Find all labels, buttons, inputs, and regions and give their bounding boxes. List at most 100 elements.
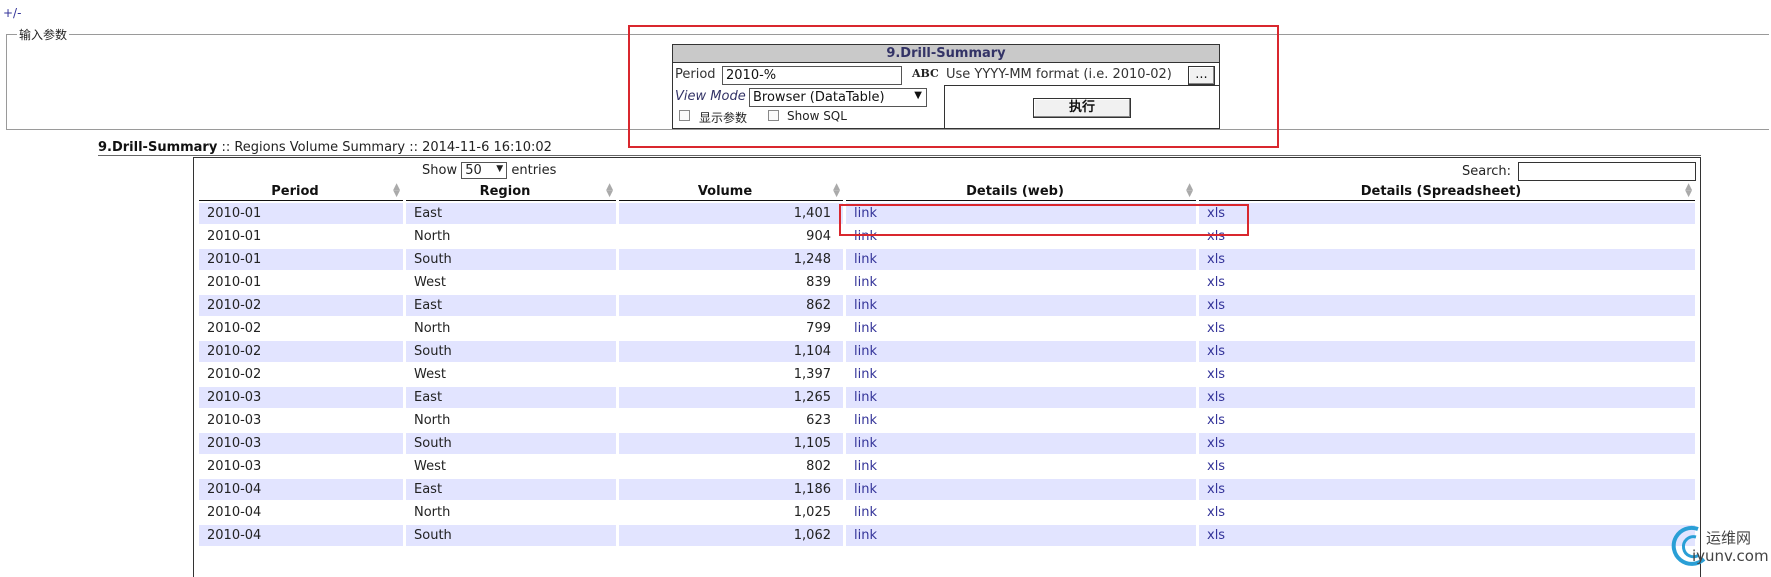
sort-icon: ▲ ▼ bbox=[1685, 182, 1692, 199]
cell-period-cell: 2010-02 bbox=[199, 341, 403, 362]
details-xls-link[interactable]: xls bbox=[1207, 275, 1225, 290]
details-web-link[interactable]: link bbox=[854, 275, 877, 290]
table-row: 2010-02 South 1,104 link xls bbox=[199, 341, 1695, 362]
details-xls-link[interactable]: xls bbox=[1207, 505, 1225, 520]
details-web-link[interactable]: link bbox=[854, 459, 877, 474]
details-web-link[interactable]: link bbox=[854, 252, 877, 267]
cell-volume: 904 bbox=[806, 229, 831, 244]
cell-period-cell: 2010-04 bbox=[199, 502, 403, 523]
details-xls-link-cell: xls bbox=[1199, 410, 1695, 431]
details-web-link-cell: link bbox=[846, 295, 1196, 316]
details-web-link[interactable]: link bbox=[854, 344, 877, 359]
watermark-text-cn: 运维网 bbox=[1706, 529, 1752, 547]
cell-volume: 1,401 bbox=[793, 206, 831, 221]
cell-region: West bbox=[414, 459, 446, 474]
cell-period-cell: 2010-02 bbox=[199, 295, 403, 316]
cell-region: North bbox=[414, 505, 451, 520]
column-header-details-spreadsheet[interactable]: Details (Spreadsheet) ▲ ▼ bbox=[1199, 182, 1695, 201]
cell-volume-cell: 1,265 bbox=[619, 387, 843, 408]
cell-period: 2010-01 bbox=[207, 206, 262, 221]
sort-icon: ▲ ▼ bbox=[606, 182, 613, 199]
details-web-link[interactable]: link bbox=[854, 482, 877, 497]
form-divider bbox=[944, 85, 945, 129]
cell-region-cell: East bbox=[406, 387, 616, 408]
cell-volume-cell: 1,186 bbox=[619, 479, 843, 500]
table-row: 2010-01 South 1,248 link xls bbox=[199, 249, 1695, 270]
details-xls-link[interactable]: xls bbox=[1207, 528, 1225, 543]
column-header-details-web[interactable]: Details (web) ▲ ▼ bbox=[846, 182, 1196, 201]
period-input[interactable] bbox=[722, 66, 902, 85]
cell-period: 2010-03 bbox=[207, 459, 262, 474]
cell-volume: 862 bbox=[806, 298, 831, 313]
view-mode-value: Browser (DataTable) bbox=[753, 90, 885, 105]
cell-region-cell: East bbox=[406, 295, 616, 316]
details-xls-link[interactable]: xls bbox=[1207, 344, 1225, 359]
cell-region-cell: West bbox=[406, 364, 616, 385]
details-xls-link[interactable]: xls bbox=[1207, 390, 1225, 405]
details-web-link[interactable]: link bbox=[854, 321, 877, 336]
details-web-link[interactable]: link bbox=[854, 436, 877, 451]
details-web-link-cell: link bbox=[846, 479, 1196, 500]
run-button[interactable]: 执行 bbox=[1033, 98, 1131, 118]
cell-volume: 1,062 bbox=[793, 528, 831, 543]
entries-label: entries bbox=[511, 163, 557, 178]
details-web-link[interactable]: link bbox=[854, 505, 877, 520]
report-title: 9.Drill-Summary :: Regions Volume Summar… bbox=[98, 140, 552, 155]
show-sql-label: Show SQL bbox=[787, 109, 847, 123]
details-xls-link[interactable]: xls bbox=[1207, 482, 1225, 497]
details-xls-link[interactable]: xls bbox=[1207, 367, 1225, 382]
cell-period: 2010-01 bbox=[207, 229, 262, 244]
show-sql-checkbox[interactable] bbox=[768, 110, 779, 121]
details-xls-link[interactable]: xls bbox=[1207, 321, 1225, 336]
details-xls-link[interactable]: xls bbox=[1207, 298, 1225, 313]
view-mode-select[interactable]: Browser (DataTable) ▼ bbox=[749, 88, 927, 107]
sort-icon: ▲ ▼ bbox=[1186, 182, 1193, 199]
cell-period-cell: 2010-01 bbox=[199, 226, 403, 247]
chevron-down-icon: ▼ bbox=[914, 90, 922, 101]
show-params-label: 显示参数 bbox=[699, 111, 748, 125]
details-web-link-cell: link bbox=[846, 318, 1196, 339]
cell-volume-cell: 1,397 bbox=[619, 364, 843, 385]
cell-region-cell: West bbox=[406, 272, 616, 293]
table-row: 2010-04 South 1,062 link xls bbox=[199, 525, 1695, 546]
cell-volume-cell: 1,025 bbox=[619, 502, 843, 523]
cell-region: North bbox=[414, 413, 451, 428]
cell-region-cell: West bbox=[406, 456, 616, 477]
report-subtitle: :: Regions Volume Summary :: 2014-11-6 1… bbox=[221, 140, 552, 155]
details-xls-link[interactable]: xls bbox=[1207, 436, 1225, 451]
page-length-value: 50 bbox=[465, 163, 482, 178]
details-web-link-cell: link bbox=[846, 387, 1196, 408]
details-web-link[interactable]: link bbox=[854, 367, 877, 382]
details-web-link[interactable]: link bbox=[854, 528, 877, 543]
cell-volume-cell: 1,062 bbox=[619, 525, 843, 546]
sort-icon: ▲ ▼ bbox=[393, 182, 400, 199]
cell-region: East bbox=[414, 482, 443, 497]
toggle-params-link[interactable]: +/- bbox=[3, 6, 21, 20]
details-web-link-cell: link bbox=[846, 525, 1196, 546]
cell-period: 2010-04 bbox=[207, 482, 262, 497]
cell-volume-cell: 802 bbox=[619, 456, 843, 477]
details-web-link[interactable]: link bbox=[854, 413, 877, 428]
table-row: 2010-01 West 839 link xls bbox=[199, 272, 1695, 293]
details-xls-link[interactable]: xls bbox=[1207, 252, 1225, 267]
cell-region-cell: East bbox=[406, 479, 616, 500]
highlight-box-links bbox=[839, 204, 1249, 236]
show-params-checkbox[interactable] bbox=[679, 110, 690, 121]
column-header-period[interactable]: Period ▲ ▼ bbox=[199, 182, 403, 201]
page-length-select[interactable]: 50 ▼ bbox=[461, 162, 508, 179]
cell-region: West bbox=[414, 275, 446, 290]
details-xls-link[interactable]: xls bbox=[1207, 459, 1225, 474]
details-web-link-cell: link bbox=[846, 433, 1196, 454]
details-xls-link[interactable]: xls bbox=[1207, 413, 1225, 428]
details-web-link[interactable]: link bbox=[854, 390, 877, 405]
table-header-row: Period ▲ ▼ Region ▲ ▼ Volume ▲ ▼ Details (web)… bbox=[199, 182, 1695, 201]
drill-summary-form: 9.Drill-Summary Period ABC Use YYYY-MM f… bbox=[672, 44, 1220, 129]
params-legend: 输入参数 bbox=[19, 28, 68, 42]
column-header-volume[interactable]: Volume ▲ ▼ bbox=[619, 182, 843, 201]
details-web-link[interactable]: link bbox=[854, 298, 877, 313]
details-web-link-cell: link bbox=[846, 341, 1196, 362]
search-input[interactable] bbox=[1518, 162, 1697, 181]
date-picker-button[interactable]: ... bbox=[1188, 66, 1215, 85]
column-header-region[interactable]: Region ▲ ▼ bbox=[406, 182, 616, 201]
cell-region: North bbox=[414, 321, 451, 336]
